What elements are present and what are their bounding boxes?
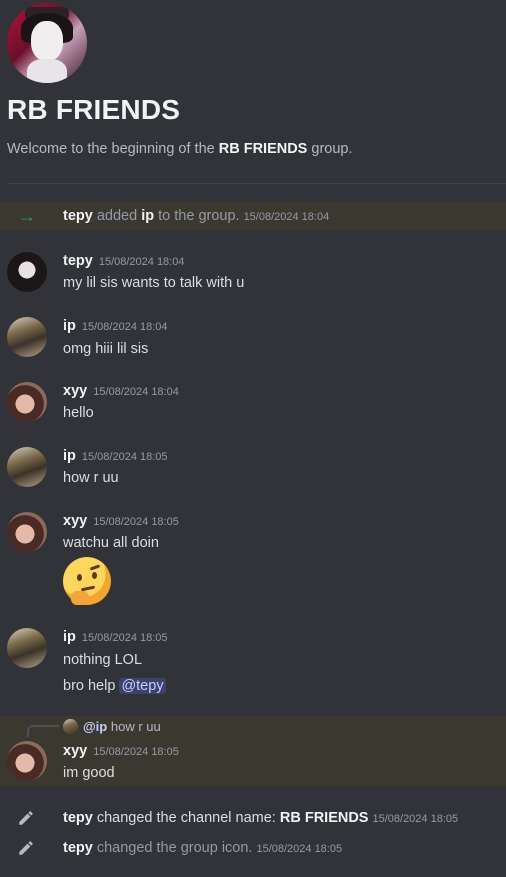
message-header: xyy 15/08/2024 18:05 [63, 743, 179, 759]
timestamp: 15/08/2024 18:05 [93, 516, 179, 528]
emoji-brow [89, 564, 101, 571]
body-shape [27, 59, 67, 83]
group-icon[interactable] [7, 3, 87, 83]
message-text: hello [63, 405, 94, 421]
avatar[interactable] [7, 512, 47, 552]
system-actor[interactable]: tepy [63, 840, 93, 856]
welcome-prefix: Welcome to the beginning of the [7, 141, 219, 157]
system-add-text: tepy added ip to the group. 15/08/2024 18… [63, 208, 329, 224]
avatar[interactable] [7, 317, 47, 357]
reply-text: how r uu [110, 719, 161, 734]
system-icon-verb: changed the group icon. [92, 840, 253, 856]
username[interactable]: xyy [63, 743, 87, 759]
user-mention[interactable]: @tepy [119, 678, 166, 694]
system-verb: added [92, 208, 142, 224]
pencil-icon [17, 809, 37, 829]
timestamp: 15/08/2024 18:04 [81, 321, 168, 333]
emoji-hand [71, 591, 89, 605]
pencil-icon [17, 839, 37, 859]
welcome-group-name: RB FRIENDS [218, 141, 308, 157]
username[interactable]: tepy [63, 253, 93, 269]
system-rest: to the group. [154, 208, 240, 224]
message-text: im good [63, 765, 115, 781]
reply-preview[interactable]: @ip how r uu [83, 719, 161, 734]
message-header: ip 15/08/2024 18:04 [63, 318, 168, 334]
system-message-add: → tepy added ip to the group. 15/08/2024 … [0, 201, 506, 231]
message-text: bro help [63, 678, 120, 694]
timestamp: 15/08/2024 18:05 [372, 813, 459, 825]
reply-author[interactable]: @ip [83, 719, 107, 734]
message-header: xyy 15/08/2024 18:04 [63, 383, 179, 399]
avatar[interactable] [7, 628, 47, 668]
timestamp: 15/08/2024 18:05 [81, 451, 168, 463]
emoji-eye [92, 572, 97, 579]
thinking-face-emoji-icon[interactable] [63, 557, 111, 605]
timestamp: 15/08/2024 18:04 [93, 386, 179, 398]
avatar[interactable] [7, 382, 47, 422]
system-icon-text: tepy changed the group icon. 15/08/2024 1… [63, 840, 342, 856]
system-target[interactable]: ip [141, 208, 154, 224]
emoji-eye [77, 574, 82, 581]
timestamp: 15/08/2024 18:04 [243, 211, 330, 223]
timestamp: 15/08/2024 18:05 [93, 746, 179, 758]
message-text: omg hiii lil sis [63, 341, 149, 357]
reply-connector [27, 725, 59, 737]
welcome-suffix: group. [307, 141, 353, 157]
avatar[interactable] [7, 741, 47, 781]
system-rename-verb: changed the channel name: [92, 810, 280, 826]
message-header: ip 15/08/2024 18:05 [63, 629, 168, 645]
username[interactable]: xyy [63, 383, 87, 399]
divider [7, 183, 506, 184]
welcome-text: Welcome to the beginning of the RB FRIEN… [7, 141, 353, 157]
join-arrow-icon: → [18, 205, 36, 226]
avatar[interactable] [7, 252, 47, 292]
username[interactable]: ip [63, 318, 76, 334]
message-header: ip 15/08/2024 18:05 [63, 448, 168, 464]
system-actor[interactable]: tepy [63, 208, 93, 224]
reply-avatar[interactable] [63, 719, 78, 734]
username[interactable]: ip [63, 629, 76, 645]
new-channel-name: RB FRIENDS [279, 810, 369, 826]
timestamp: 15/08/2024 18:04 [98, 256, 185, 268]
message-header: xyy 15/08/2024 18:05 [63, 513, 179, 529]
system-actor[interactable]: tepy [63, 810, 93, 826]
avatar[interactable] [7, 447, 47, 487]
message-text: nothing LOL [63, 652, 143, 668]
face-shape [31, 21, 63, 61]
username[interactable]: xyy [63, 513, 87, 529]
timestamp: 15/08/2024 18:05 [81, 632, 168, 644]
group-title: RB FRIENDS [7, 94, 181, 125]
message-header: tepy 15/08/2024 18:04 [63, 253, 184, 269]
message-text-with-mention: bro help @tepy [63, 678, 166, 694]
message-text: my lil sis wants to talk with u [63, 275, 245, 291]
timestamp: 15/08/2024 18:05 [256, 843, 343, 855]
system-rename-text: tepy changed the channel name: RB FRIEND… [63, 810, 458, 826]
message-text: watchu all doin [63, 535, 159, 551]
username[interactable]: ip [63, 448, 76, 464]
message-text: how r uu [63, 470, 119, 486]
